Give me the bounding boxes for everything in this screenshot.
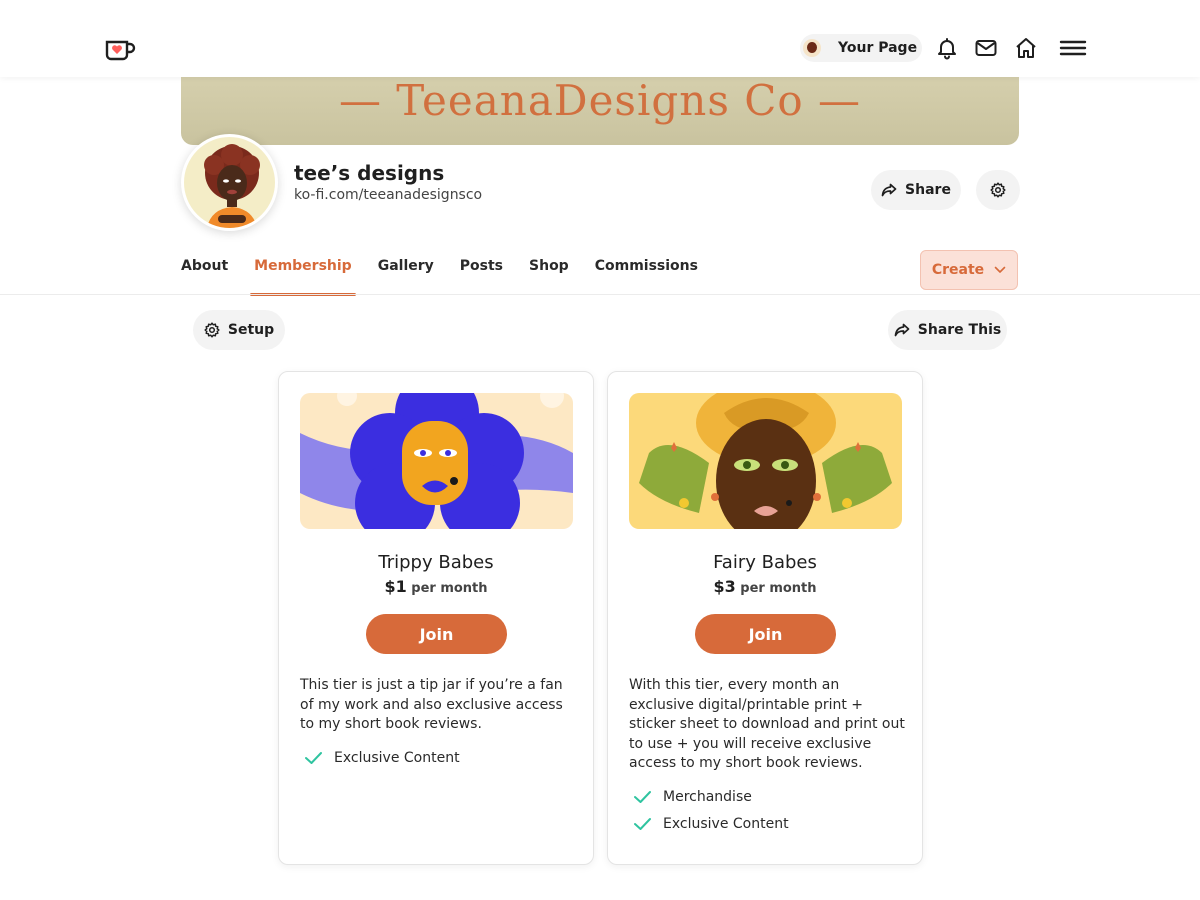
tab-membership[interactable]: Membership — [250, 258, 356, 296]
kofi-logo-icon[interactable] — [104, 36, 136, 62]
profile-avatar — [181, 134, 278, 231]
gear-icon — [990, 182, 1006, 198]
share-this-label: Share This — [917, 322, 1002, 338]
join-button[interactable]: Join — [695, 614, 836, 654]
feature-item: Exclusive Content — [300, 744, 578, 771]
tier-card: Fairy Babes $3 per month Join With this … — [607, 371, 923, 865]
profile-url[interactable]: ko-fi.com/teeanadesignsco — [294, 187, 482, 203]
profile-tabs: About Membership Gallery Posts Shop Comm… — [181, 258, 724, 296]
tier-image — [300, 393, 573, 529]
mail-icon[interactable] — [974, 36, 998, 60]
create-button-label: Create — [931, 262, 985, 278]
tier-price-amount: $3 — [713, 577, 736, 596]
bell-icon[interactable] — [935, 36, 959, 60]
tab-about[interactable]: About — [181, 258, 228, 296]
feature-item: Exclusive Content — [629, 810, 907, 837]
your-page-button[interactable]: Your Page — [800, 34, 922, 62]
share-arrow-icon — [894, 323, 910, 337]
profile-settings-button[interactable] — [976, 170, 1020, 210]
banner-title: — TeeanaDesigns Co — — [338, 76, 862, 125]
create-dropdown-button[interactable]: Create — [920, 250, 1018, 290]
tab-shop[interactable]: Shop — [529, 258, 569, 296]
tier-price-period: per month — [411, 581, 488, 596]
share-arrow-icon — [881, 183, 897, 197]
your-page-label: Your Page — [838, 40, 918, 56]
user-avatar — [803, 39, 821, 57]
tier-price-period: per month — [740, 581, 817, 596]
tier-card: Trippy Babes $1 per month Join This tier… — [278, 371, 594, 865]
tier-price: $1 per month — [279, 577, 593, 596]
tier-name: Trippy Babes — [378, 552, 494, 573]
tier-price-amount: $1 — [384, 577, 407, 596]
feature-label: Exclusive Content — [334, 749, 460, 766]
feature-label: Exclusive Content — [663, 815, 789, 832]
setup-button[interactable]: Setup — [193, 310, 285, 350]
join-button[interactable]: Join — [366, 614, 507, 654]
tab-gallery[interactable]: Gallery — [378, 258, 434, 296]
share-button[interactable]: Share — [871, 170, 961, 210]
check-icon — [305, 751, 322, 764]
hamburger-menu-icon[interactable] — [1059, 36, 1087, 60]
trippy-babes-illustration — [300, 393, 573, 529]
feature-label: Merchandise — [663, 788, 752, 805]
check-icon — [634, 790, 651, 803]
gear-icon — [204, 322, 220, 338]
profile-avatar-illustration — [204, 144, 260, 228]
tab-commissions[interactable]: Commissions — [595, 258, 698, 296]
profile-name: tee’s designs — [294, 161, 445, 185]
fairy-babes-illustration — [629, 393, 902, 529]
tab-posts[interactable]: Posts — [460, 258, 503, 296]
tier-name: Fairy Babes — [713, 552, 817, 573]
tier-description: This tier is just a tip jar if you’re a … — [300, 677, 563, 732]
feature-item: Merchandise — [629, 783, 907, 810]
top-nav: Your Page — [0, 0, 1200, 77]
tier-price: $3 per month — [608, 577, 922, 596]
check-icon — [634, 817, 651, 830]
setup-button-label: Setup — [227, 322, 275, 338]
tier-description: With this tier, every month an exclusive… — [629, 677, 905, 771]
tier-features: Merchandise Exclusive Content — [629, 783, 907, 837]
share-this-button[interactable]: Share This — [888, 310, 1007, 350]
home-icon[interactable] — [1014, 36, 1038, 60]
chevron-down-icon — [994, 266, 1006, 273]
tier-features: Exclusive Content — [300, 744, 578, 771]
tier-image — [629, 393, 902, 529]
share-button-label: Share — [905, 182, 951, 198]
tabs-divider — [0, 294, 1200, 295]
